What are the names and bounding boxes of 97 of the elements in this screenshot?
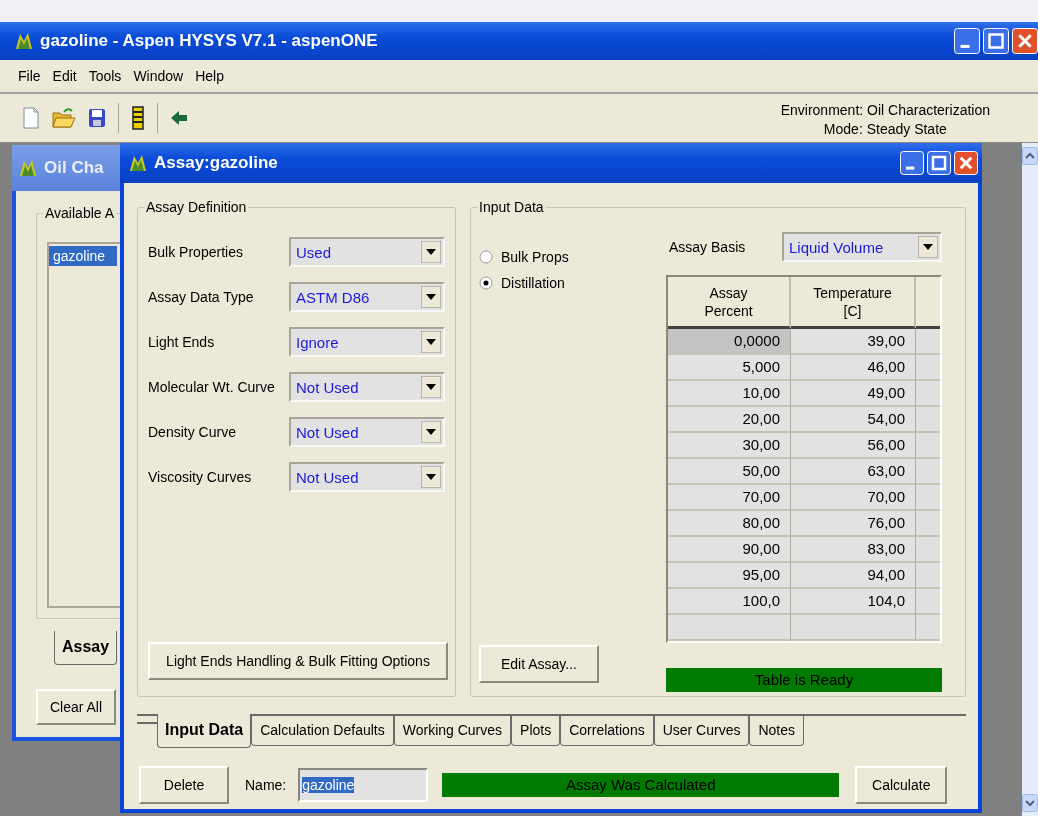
dropdown[interactable]: Not Used [289, 372, 445, 402]
field-label: Name: [245, 777, 287, 793]
table-cell: 0,0000 [668, 329, 791, 355]
menu-item[interactable]: Window [133, 68, 184, 84]
tab[interactable]: Working Curves [393, 716, 512, 746]
table-cell: 100,0 [668, 589, 791, 615]
field-label: Viscosity Curves [148, 469, 252, 485]
dropdown-arrow-icon[interactable] [421, 376, 441, 398]
table-cell: 76,00 [791, 511, 916, 537]
table-cell: 49,00 [791, 381, 916, 407]
dropdown[interactable]: Ignore [289, 327, 445, 357]
new-document-icon[interactable] [22, 107, 40, 129]
column-icon[interactable] [131, 106, 145, 130]
close-button[interactable] [1012, 28, 1038, 54]
table-cell: 30,00 [668, 433, 791, 459]
tab[interactable]: Calculation Defaults [251, 716, 394, 746]
column-header: Assay Percent [668, 277, 791, 329]
field-label: Density Curve [148, 424, 236, 440]
table-cell: 39,00 [791, 329, 916, 355]
radio-label: Distillation [501, 275, 565, 291]
field-label: Molecular Wt. Curve [148, 379, 275, 395]
table-cell: 83,00 [791, 537, 916, 563]
window-title: gazoline - Aspen HYSYS V7.1 - aspenONE [40, 31, 378, 51]
name-field[interactable]: gazoline [298, 768, 429, 802]
field-label: Bulk Properties [148, 244, 243, 260]
table-cell: 94,00 [791, 563, 916, 589]
column-header: Temperature [C] [791, 277, 916, 329]
tab[interactable]: Correlations [560, 716, 654, 746]
dropdown-arrow-icon[interactable] [421, 466, 441, 488]
minimize-button[interactable] [954, 28, 980, 54]
minimize-button[interactable] [900, 151, 924, 175]
options-button[interactable]: Light Ends Handling & Bulk Fitting Options [148, 642, 448, 680]
mode-label: Mode: Steady State [823, 120, 947, 139]
table-cell: 10,00 [668, 381, 791, 407]
open-folder-icon[interactable] [52, 107, 76, 129]
dropdown-arrow-icon[interactable] [421, 286, 441, 308]
group-label: Assay Definition [144, 199, 249, 215]
radio-button[interactable] [479, 276, 493, 290]
field-label: Assay Data Type [148, 289, 254, 305]
clear-all-button[interactable]: Clear All [36, 689, 116, 725]
table-cell: 54,00 [791, 407, 916, 433]
maximize-button[interactable] [983, 28, 1009, 54]
table-cell: 5,000 [668, 355, 791, 381]
window-title: Oil Cha [44, 158, 104, 178]
tab[interactable]: Plots [511, 716, 561, 746]
maximize-button[interactable] [927, 151, 951, 175]
list-item[interactable]: gazoline [49, 246, 117, 266]
menu-item[interactable]: Tools [88, 68, 122, 84]
table-cell: 20,00 [668, 407, 791, 433]
app-icon [14, 31, 34, 51]
tab[interactable]: Input Data [157, 714, 252, 748]
dropdown[interactable]: Not Used [289, 417, 445, 447]
table-cell: 50,00 [668, 459, 791, 485]
dropdown[interactable]: Liquid Volume [782, 232, 942, 262]
table-cell: 90,00 [668, 537, 791, 563]
app-icon [128, 153, 148, 173]
table-cell: 95,00 [668, 563, 791, 589]
window-title: Assay:gazoline [154, 153, 278, 173]
table-cell: 56,00 [791, 433, 916, 459]
field-label: Light Ends [148, 334, 215, 350]
calculate-button[interactable]: Calculate [855, 766, 948, 804]
radio-label: Bulk Props [501, 249, 569, 265]
scroll-down-icon[interactable] [1022, 794, 1038, 812]
back-arrow-icon[interactable] [170, 110, 188, 126]
scroll-up-icon[interactable] [1022, 147, 1038, 165]
dropdown-arrow-icon[interactable] [421, 331, 441, 353]
dropdown-arrow-icon[interactable] [918, 236, 938, 258]
menu-item[interactable]: Help [195, 68, 224, 84]
group-label: Input Data [477, 199, 546, 215]
radio-button[interactable] [479, 250, 493, 264]
menu-item[interactable]: File [18, 68, 41, 84]
table-cell: 63,00 [791, 459, 916, 485]
environment-label: Environment: Oil Characterization [780, 101, 990, 120]
close-button[interactable] [954, 151, 978, 175]
dropdown[interactable]: Not Used [289, 462, 445, 492]
dropdown-arrow-icon[interactable] [421, 241, 441, 263]
dropdown-arrow-icon[interactable] [421, 421, 441, 443]
tab[interactable]: Assay [54, 631, 118, 665]
group-label: Available A [43, 205, 116, 221]
table-cell: 70,00 [668, 485, 791, 511]
table-cell: 80,00 [668, 511, 791, 537]
status-bar: Assay Was Calculated [442, 773, 840, 797]
table-cell: 104,0 [791, 589, 916, 615]
dropdown[interactable]: Used [289, 237, 445, 267]
save-icon[interactable] [88, 108, 106, 128]
tab[interactable]: User Curves [653, 716, 750, 746]
menu-item[interactable]: Edit [52, 68, 77, 84]
delete-button[interactable]: Delete [139, 766, 229, 804]
app-icon [18, 158, 38, 178]
table-cell: 70,00 [791, 485, 916, 511]
field-label: Assay Basis [669, 239, 746, 255]
scrollbar[interactable] [1022, 143, 1038, 816]
table-cell: 46,00 [791, 355, 916, 381]
tab[interactable]: Notes [749, 716, 805, 746]
dropdown[interactable]: ASTM D86 [289, 282, 445, 312]
status-bar: Table is Ready [666, 668, 942, 692]
edit-assay-button[interactable]: Edit Assay... [479, 645, 599, 683]
